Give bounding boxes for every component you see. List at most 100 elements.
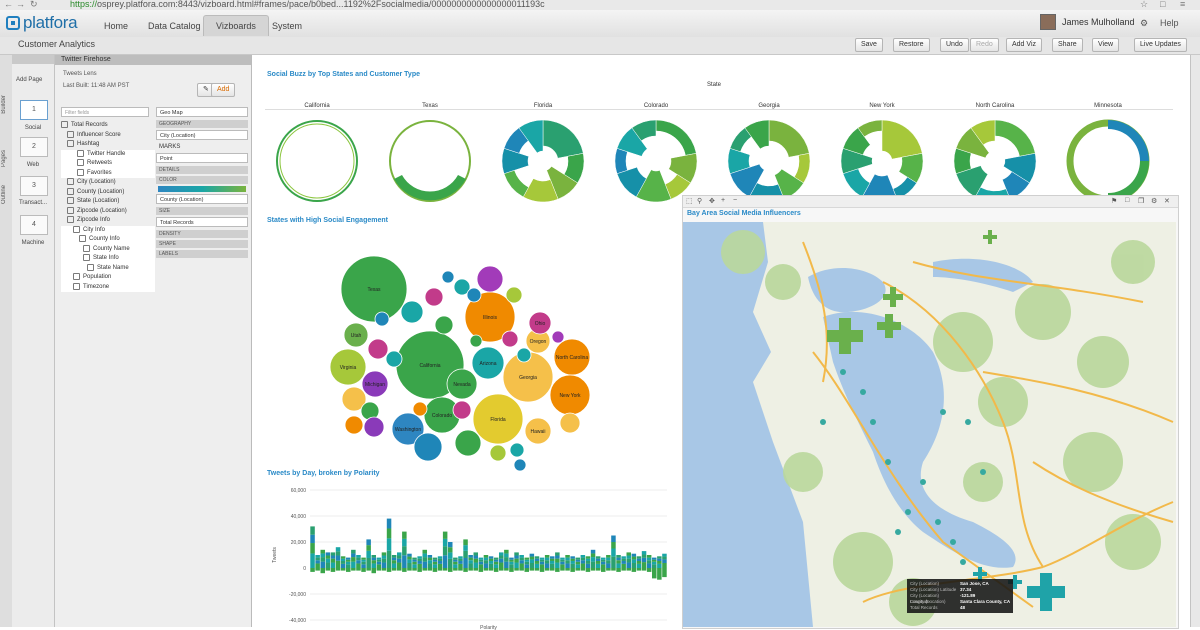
- lens-name[interactable]: Tweets Lens: [63, 71, 97, 77]
- donut-label: Florida: [533, 103, 553, 109]
- comment-icon[interactable]: □: [1125, 197, 1129, 204]
- back-icon[interactable]: ←: [4, 0, 13, 9]
- restore-button[interactable]: Restore: [893, 38, 930, 52]
- bar-segment-negative: [544, 568, 550, 571]
- bar-segment-positive: [468, 560, 473, 564]
- donut-texas[interactable]: Texas: [375, 103, 485, 213]
- page-thumb-4[interactable]: 4: [20, 215, 48, 235]
- size-field[interactable]: Total Records: [156, 217, 248, 227]
- bar-segment-positive: [524, 564, 529, 568]
- bar-segment-positive: [397, 552, 402, 556]
- field-item[interactable]: Influencer Score: [61, 130, 155, 141]
- field-item[interactable]: County Info: [61, 235, 155, 245]
- field-item[interactable]: State (Location): [61, 197, 155, 207]
- add-page-button[interactable]: Add Page: [16, 77, 42, 83]
- shape-header[interactable]: SHAPE: [156, 240, 248, 248]
- field-item[interactable]: Population: [61, 273, 155, 283]
- size-header[interactable]: SIZE: [156, 207, 248, 215]
- field-item[interactable]: Timezone: [61, 282, 155, 292]
- field-item[interactable]: Hashtag: [61, 140, 155, 150]
- page-icon[interactable]: □: [1160, 0, 1165, 9]
- details-header[interactable]: DETAILS: [156, 166, 248, 174]
- nav-vizboards[interactable]: Vizboards: [203, 15, 269, 36]
- bubble: [559, 412, 581, 434]
- page-thumb-3[interactable]: 3: [20, 176, 48, 196]
- donut-california[interactable]: California: [262, 103, 372, 213]
- undo-button[interactable]: Undo: [940, 38, 969, 52]
- marks-type-select[interactable]: Point: [156, 153, 248, 163]
- color-field[interactable]: County (Location): [156, 194, 248, 204]
- star-icon[interactable]: ☆: [1140, 0, 1148, 10]
- bar-segment-negative: [493, 568, 499, 572]
- y-tick-label: 0: [303, 566, 306, 572]
- delete-icon[interactable]: ✕: [1164, 197, 1170, 205]
- field-item[interactable]: Zipcode (Location): [61, 206, 155, 217]
- rail-tab-builder[interactable]: Builder: [1, 95, 11, 114]
- color-header[interactable]: COLOR: [156, 176, 248, 184]
- donut-label: Colorado: [643, 103, 669, 109]
- copy-icon[interactable]: ❐: [1138, 197, 1144, 205]
- bar-segment-negative: [636, 568, 642, 571]
- reload-icon[interactable]: ↻: [30, 0, 38, 10]
- menu-icon[interactable]: ≡: [1180, 0, 1185, 9]
- donut-graphic: [389, 120, 471, 202]
- bar-segment-positive: [335, 547, 341, 552]
- zoom-out-icon[interactable]: −: [733, 197, 737, 204]
- field-item[interactable]: Twitter Handle: [61, 149, 155, 159]
- rail-tab-pages[interactable]: Pages: [1, 150, 11, 167]
- address-bar[interactable]: https://osprey.platfora.com:8443/vizboar…: [70, 0, 545, 9]
- bar-segment-negative: [356, 568, 361, 571]
- field-item[interactable]: County Name: [61, 244, 155, 254]
- field-item[interactable]: Retweets: [61, 159, 155, 169]
- field-item[interactable]: City Info: [61, 225, 155, 235]
- rail-tab-outline[interactable]: Outline: [1, 185, 11, 204]
- save-button[interactable]: Save: [855, 38, 883, 52]
- platfora-logo[interactable]: platfora: [6, 13, 78, 33]
- bar-segment-negative: [504, 568, 509, 571]
- donut-florida[interactable]: Florida: [488, 103, 598, 213]
- field-item[interactable]: City (Location): [61, 178, 155, 188]
- field-item[interactable]: Total Records: [61, 121, 155, 131]
- pin-icon[interactable]: ⚑: [1111, 197, 1117, 205]
- bar-segment-positive: [616, 560, 621, 564]
- density-header[interactable]: DENSITY: [156, 230, 248, 238]
- bar-chart-panel[interactable]: Tweets by Day, broken by Polarity 60,000…: [262, 468, 672, 630]
- field-item[interactable]: Favorites: [61, 168, 155, 178]
- add-viz-button[interactable]: Add Viz: [1006, 38, 1042, 52]
- chart-type-select[interactable]: Geo Map: [156, 107, 248, 117]
- view-button[interactable]: View: [1092, 38, 1120, 52]
- share-button[interactable]: Share: [1052, 38, 1083, 52]
- help-link[interactable]: Help: [1160, 18, 1179, 28]
- donut-label: California: [304, 103, 330, 109]
- map-canvas[interactable]: [683, 222, 1176, 627]
- bubble-chart-panel[interactable]: States with High Social Engagement Texas…: [262, 215, 672, 485]
- zoom-in-icon[interactable]: +: [721, 197, 725, 204]
- page-thumb-1[interactable]: 1: [20, 100, 48, 120]
- field-item[interactable]: County (Location): [61, 187, 155, 198]
- field-item[interactable]: Zipcode Info: [61, 216, 155, 226]
- field-search-input[interactable]: Filter fields: [61, 107, 149, 117]
- pan-tool-icon[interactable]: ✥: [709, 197, 715, 205]
- labels-header[interactable]: LABELS: [156, 250, 248, 258]
- donut-chart-panel[interactable]: Social Buzz by Top States and Customer T…: [262, 65, 1182, 215]
- zoom-tool-icon[interactable]: ⚲: [697, 197, 702, 205]
- select-tool-icon[interactable]: ⬚: [686, 197, 693, 205]
- field-item[interactable]: State Name: [61, 263, 155, 273]
- map-panel[interactable]: ⬚ ⚲ ✥ + − ⚑ □ ❐ ⚙ ✕ Bay Area Social Medi…: [682, 195, 1179, 629]
- bar-segment-positive: [652, 564, 657, 568]
- bubble: [434, 315, 454, 335]
- user-menu[interactable]: James Mulholland: [1040, 14, 1135, 30]
- geography-field[interactable]: City (Location): [156, 130, 248, 140]
- field-item[interactable]: State Info: [61, 254, 155, 264]
- bar-segment-negative: [657, 568, 662, 580]
- settings-icon[interactable]: ⚙: [1140, 18, 1148, 29]
- settings-icon[interactable]: ⚙: [1151, 197, 1157, 205]
- add-field-button[interactable]: Add: [211, 83, 236, 97]
- page-thumb-2[interactable]: 2: [20, 137, 48, 157]
- nav-home[interactable]: Home: [92, 16, 140, 36]
- nav-data-catalog[interactable]: Data Catalog: [136, 16, 213, 36]
- live-updates-button[interactable]: Live Updates: [1134, 38, 1187, 52]
- redo-button[interactable]: Redo: [970, 38, 999, 52]
- forward-icon[interactable]: →: [16, 0, 25, 9]
- nav-system[interactable]: System: [260, 16, 314, 36]
